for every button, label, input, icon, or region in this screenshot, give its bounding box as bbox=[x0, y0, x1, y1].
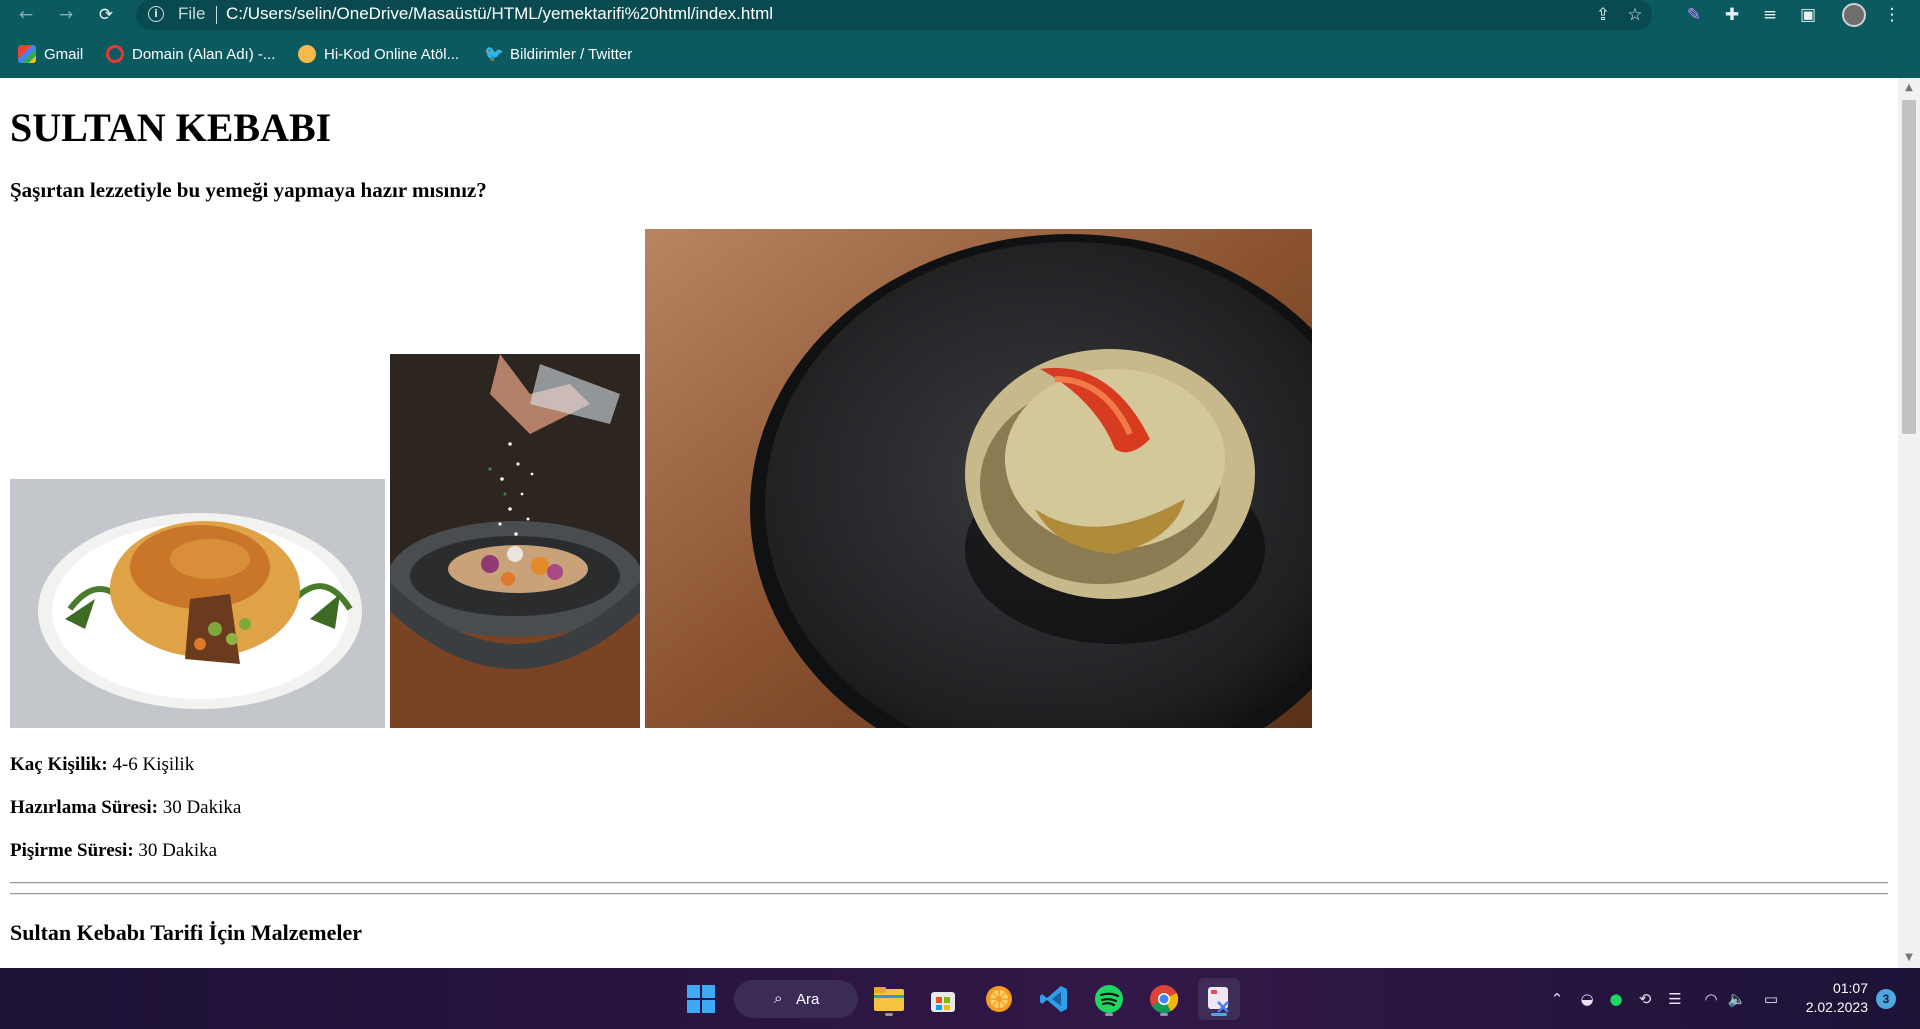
bookmark-label: Gmail bbox=[44, 45, 84, 63]
search-label: Ara bbox=[796, 990, 820, 1008]
taskbar-search[interactable]: ⌕ Ara bbox=[734, 980, 858, 1018]
bookmark-hikod[interactable]: Hi-Kod Online Atöl... bbox=[298, 40, 459, 68]
profile-avatar[interactable] bbox=[1842, 3, 1866, 27]
notification-badge[interactable]: 3 bbox=[1876, 989, 1896, 1009]
page-scrollbar[interactable]: ▲ ▼ bbox=[1898, 78, 1920, 968]
spotify-icon[interactable] bbox=[1088, 978, 1130, 1020]
salt-sprinkle-bowl-photo bbox=[390, 354, 640, 728]
servings-line: Kaç Kişilik: 4-6 Kişilik bbox=[10, 754, 194, 776]
scroll-up-icon[interactable]: ▲ bbox=[1898, 80, 1920, 96]
servings-label: Kaç Kişilik: bbox=[10, 754, 108, 775]
windows-start-icon[interactable] bbox=[680, 978, 722, 1020]
address-bar[interactable]: i File C:/Users/selin/OneDrive/Masaüstü/… bbox=[136, 0, 1652, 30]
cook-time-label: Pişirme Süresi: bbox=[10, 840, 134, 861]
prep-time-label: Hazırlama Süresi: bbox=[10, 797, 158, 818]
scroll-thumb[interactable] bbox=[1902, 100, 1916, 434]
search-icon: ⌕ bbox=[774, 989, 783, 1007]
domain-site-icon bbox=[106, 45, 124, 63]
scroll-down-icon[interactable]: ▼ bbox=[1898, 950, 1920, 966]
spotify-tray-icon[interactable]: ● bbox=[1605, 988, 1627, 1010]
bookmarks-bar: Gmail Domain (Alan Adı) -... Hi-Kod Onli… bbox=[0, 40, 1920, 68]
media-queue-icon[interactable]: ≡ bbox=[1758, 3, 1782, 27]
system-clock[interactable]: 01:07 2.02.2023 bbox=[1796, 979, 1868, 1017]
divider bbox=[10, 893, 1888, 895]
bookmark-label: Hi-Kod Online Atöl... bbox=[324, 45, 460, 63]
reload-icon[interactable]: ⟳ bbox=[94, 3, 118, 27]
vscode-icon[interactable] bbox=[1033, 978, 1075, 1020]
back-icon[interactable]: ← bbox=[14, 3, 38, 27]
battery-icon[interactable]: ▭ bbox=[1760, 988, 1782, 1010]
extensions-puzzle-icon[interactable]: ✚ bbox=[1720, 3, 1744, 27]
servings-value: 4-6 Kişilik bbox=[112, 754, 195, 775]
chrome-icon[interactable] bbox=[1143, 978, 1185, 1020]
dark-plate-photo bbox=[645, 229, 1312, 728]
page-title: SULTAN KEBABI bbox=[10, 105, 332, 150]
tray-overflow-chevron-icon[interactable]: ⌃ bbox=[1546, 988, 1568, 1010]
feather-extension-icon[interactable]: ✎ bbox=[1682, 3, 1706, 27]
side-panel-icon[interactable]: ▣ bbox=[1796, 3, 1820, 27]
clock-date: 2.02.2023 bbox=[1805, 999, 1868, 1015]
active-indicator bbox=[1211, 1013, 1227, 1016]
volume-icon[interactable]: 🔈 bbox=[1726, 988, 1748, 1010]
hikod-icon bbox=[298, 45, 316, 63]
prep-time-value: 30 Dakika bbox=[162, 797, 242, 818]
fruit-app-icon[interactable] bbox=[978, 978, 1020, 1020]
scheme-label: File bbox=[178, 4, 206, 23]
page-content: SULTAN KEBABI Şaşırtan lezzetiyle bu yem… bbox=[0, 78, 1898, 968]
share-icon[interactable]: ⇪ bbox=[1592, 4, 1614, 26]
bookmark-gmail[interactable]: Gmail bbox=[18, 40, 83, 68]
browser-chrome: ← → ⟳ i File C:/Users/selin/OneDrive/Mas… bbox=[0, 0, 1920, 78]
page-subtitle: Şaşırtan lezzetiyle bu yemeği yapmaya ha… bbox=[10, 178, 487, 202]
clock-time: 01:07 bbox=[1832, 980, 1868, 996]
address-divider bbox=[216, 6, 217, 24]
bookmark-domain[interactable]: Domain (Alan Adı) -... bbox=[106, 40, 275, 68]
running-indicator bbox=[1105, 1013, 1113, 1016]
file-explorer-icon[interactable] bbox=[868, 978, 910, 1020]
divider bbox=[10, 882, 1888, 884]
running-indicator bbox=[1160, 1013, 1168, 1016]
bookmark-label: Bildirimler / Twitter bbox=[510, 45, 633, 63]
sync-icon[interactable]: ⟲ bbox=[1634, 988, 1656, 1010]
snipping-tool-icon[interactable] bbox=[1198, 978, 1240, 1020]
url-text[interactable]: C:/Users/selin/OneDrive/Masaüstü/HTML/ye… bbox=[226, 4, 773, 24]
browser-toolbar: ← → ⟳ i File C:/Users/selin/OneDrive/Mas… bbox=[0, 0, 1920, 30]
wifi-icon[interactable]: ◠ bbox=[1700, 988, 1722, 1010]
cook-time-value: 30 Dakika bbox=[138, 840, 218, 861]
menu-kebab-icon[interactable]: ⋮ bbox=[1880, 3, 1904, 27]
running-indicator bbox=[885, 1013, 893, 1016]
bookmark-star-icon[interactable]: ☆ bbox=[1624, 4, 1646, 26]
discord-icon[interactable]: ◒ bbox=[1576, 988, 1598, 1010]
ingredients-heading: Sultan Kebabı Tarifi İçin Malzemeler bbox=[10, 920, 362, 945]
site-info-icon[interactable]: i bbox=[148, 6, 164, 22]
gmail-icon bbox=[18, 45, 36, 63]
prep-time-line: Hazırlama Süresi: 30 Dakika bbox=[10, 797, 241, 819]
cook-time-line: Pişirme Süresi: 30 Dakika bbox=[10, 840, 217, 862]
twitter-icon: 🐦 bbox=[484, 44, 504, 63]
bookmark-twitter[interactable]: 🐦 Bildirimler / Twitter bbox=[484, 40, 632, 68]
microsoft-store-icon[interactable] bbox=[922, 978, 964, 1020]
sultan-kebabi-plate-photo bbox=[10, 479, 385, 728]
forward-icon[interactable]: → bbox=[54, 3, 78, 27]
bookmark-label: Domain (Alan Adı) -... bbox=[132, 45, 276, 63]
windows-taskbar: ⌕ Ara ⌃ ◒ ● ⟲ ☰ ◠ 🔈 ▭ 01:07 2.02.2023 3 bbox=[0, 968, 1920, 1029]
settings-sliders-icon[interactable]: ☰ bbox=[1664, 988, 1686, 1010]
